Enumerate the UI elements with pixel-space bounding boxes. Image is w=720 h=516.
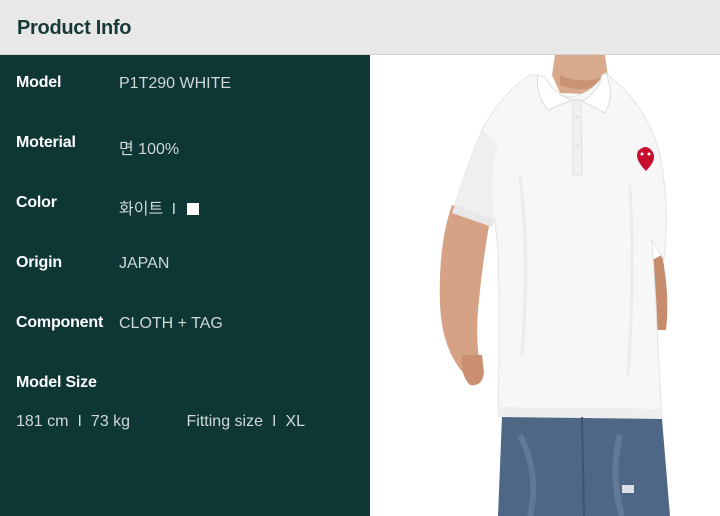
color-separator: I	[171, 201, 177, 218]
page-title: Product Info	[17, 17, 132, 39]
info-label: Model	[16, 74, 62, 91]
size-divider: I	[271, 413, 277, 430]
color-swatch	[186, 203, 199, 215]
info-value: JAPAN	[119, 255, 170, 272]
info-value: P1T290 WHITE	[119, 75, 232, 92]
info-label: Origin	[16, 254, 62, 271]
fitting-size-label: Fitting size	[186, 413, 263, 430]
header-bar: Product Info	[0, 0, 720, 55]
info-value: CLOTH + TAG	[119, 315, 223, 332]
info-label: Color	[16, 194, 57, 211]
fitting-size-value: XL	[285, 413, 306, 430]
info-panel: Model P1T290 WHITE Moterial 면 100% Color…	[0, 55, 370, 516]
model-weight: 73 kg	[90, 413, 131, 430]
color-name: 화이트	[119, 201, 164, 218]
info-value-color: 화이트 I	[119, 195, 199, 219]
model-height: 181 cm	[16, 413, 69, 430]
model-size-label: Model Size	[16, 374, 97, 391]
size-divider: I	[77, 413, 82, 430]
model-wearing-polo-image	[439, 55, 670, 516]
info-label: Moterial	[16, 134, 76, 151]
model-size-values: 181 cm I 73 kg Fitting size I XL	[16, 413, 305, 431]
info-label: Component	[16, 314, 104, 331]
info-value: 면 100%	[119, 141, 180, 158]
product-photo	[370, 55, 720, 516]
